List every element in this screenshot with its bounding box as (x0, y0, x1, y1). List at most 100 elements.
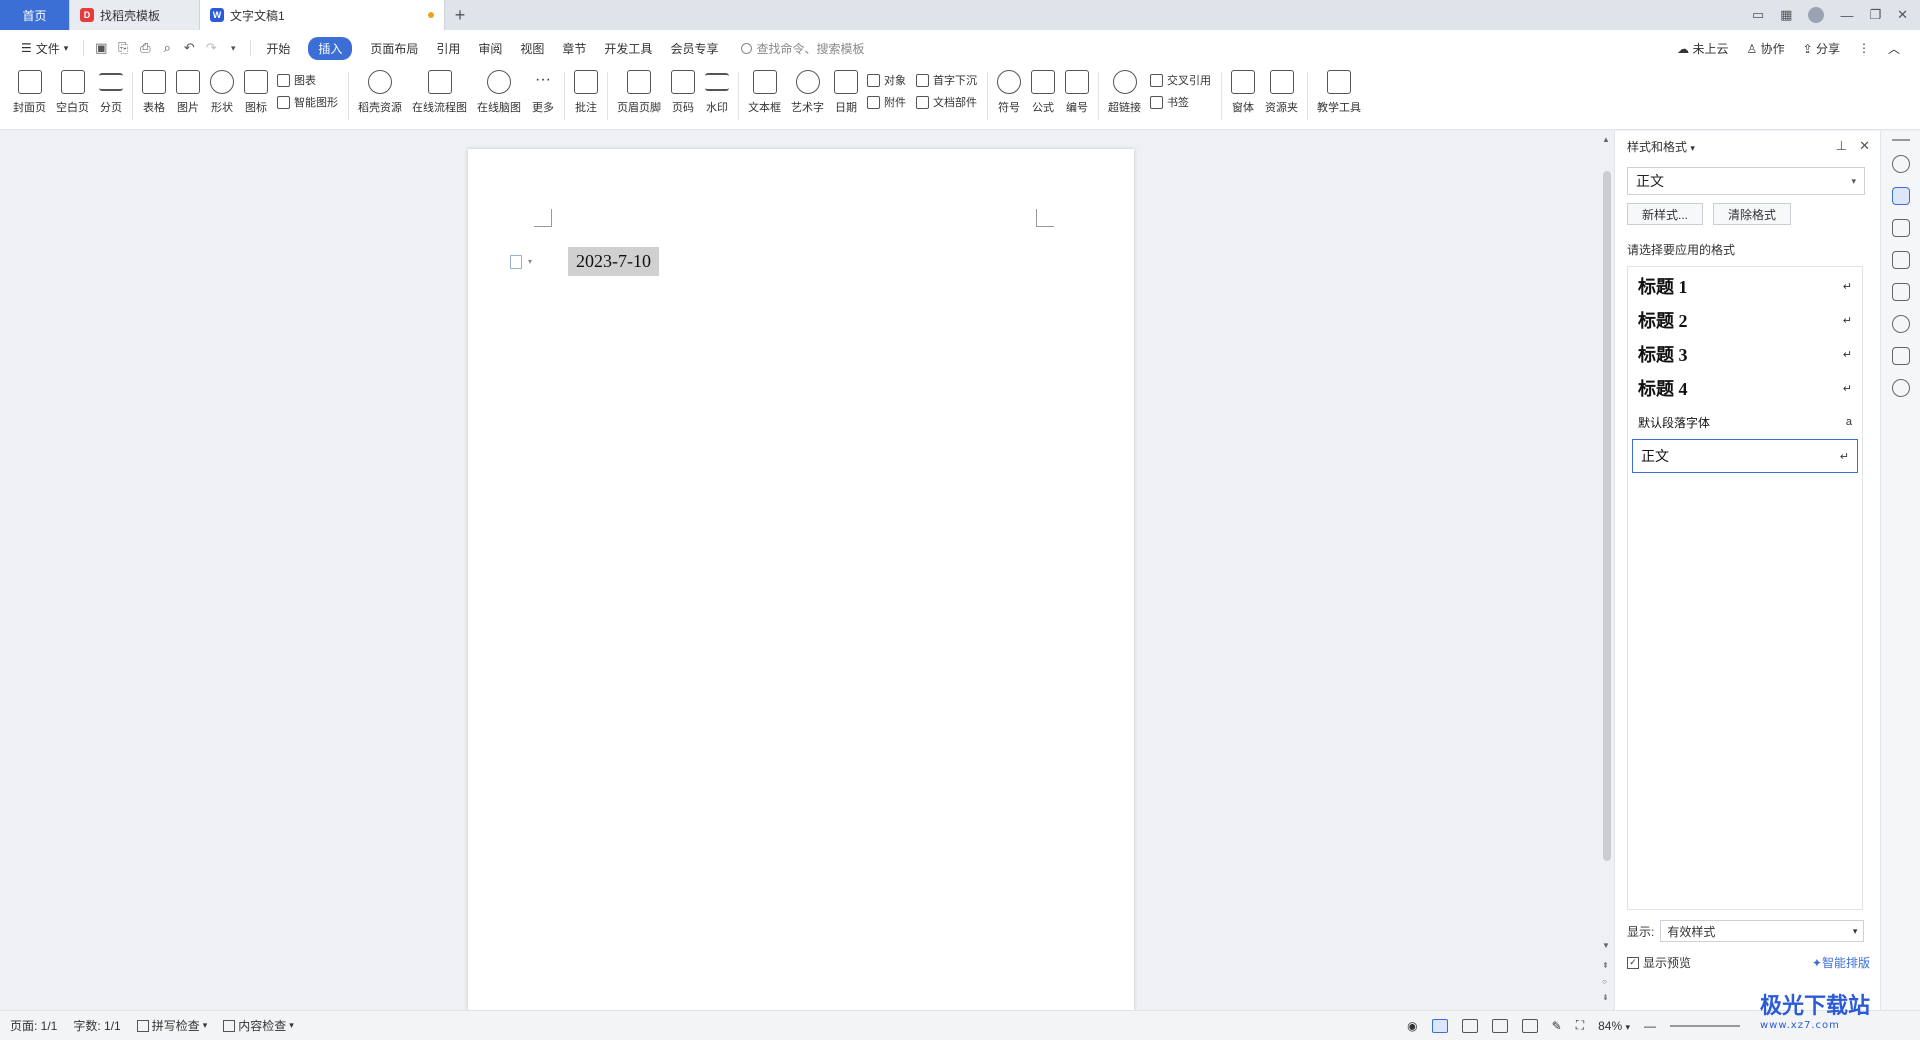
compass-icon[interactable] (1891, 315, 1910, 333)
show-preview-checkbox[interactable]: ✓ 显示预览 (1627, 954, 1691, 971)
reading-view-icon[interactable] (1491, 1018, 1508, 1033)
attachment-button[interactable]: 附件 (867, 94, 906, 110)
save-icon[interactable]: ▣ (90, 37, 112, 59)
zoom-out-icon[interactable]: — (1644, 1019, 1656, 1033)
more-icon[interactable]: ⋮ (1858, 41, 1870, 55)
next-page-icon[interactable]: ⇟ (1602, 993, 1609, 1002)
undo-icon[interactable]: ↶ (178, 37, 200, 59)
shape-button[interactable]: 形状 (205, 70, 239, 115)
new-style-button[interactable]: 新样式... (1627, 203, 1704, 225)
watermark-button[interactable]: 水印 (700, 70, 734, 115)
style-pen-icon[interactable] (1891, 187, 1910, 205)
resource-folder-button[interactable]: 资源夹 (1260, 70, 1303, 115)
collapse-ribbon-icon[interactable]: ︿ (1888, 40, 1900, 57)
tab-home[interactable]: 首页 (0, 0, 70, 30)
style-heading-2[interactable]: 标题 2 ↵ (1630, 303, 1860, 337)
file-menu[interactable]: ☰ 文件 ▾ (12, 30, 77, 66)
outline-view-icon[interactable] (1461, 1018, 1478, 1033)
docpart-button[interactable]: 文档部件 (916, 94, 977, 110)
close-icon[interactable]: ✕ (1897, 7, 1908, 23)
comment-button[interactable]: 批注 (569, 70, 603, 115)
menu-section[interactable]: 章节 (553, 30, 595, 66)
blank-page-button[interactable]: 空白页 (51, 70, 94, 115)
smart-layout-button[interactable]: ✦智能排版 (1812, 954, 1870, 971)
prev-page-icon[interactable]: ⇞ (1602, 961, 1609, 970)
menu-developer[interactable]: 开发工具 (595, 30, 661, 66)
bookmark-button[interactable]: 书签 (1150, 94, 1211, 110)
clear-format-button[interactable]: 清除格式 (1713, 203, 1792, 225)
object-button[interactable]: 对象 (867, 72, 906, 88)
vertical-scrollbar[interactable]: ▲ ▼ ⇞ ○ ⇟ (1600, 131, 1614, 1010)
menu-review[interactable]: 审阅 (469, 30, 511, 66)
spell-check-button[interactable]: 拼写检查 ▾ (136, 1017, 207, 1034)
book-icon[interactable] (1891, 347, 1910, 365)
crossref-button[interactable]: 交叉引用 (1150, 72, 1211, 88)
pin-icon[interactable]: ⊥ (1836, 138, 1847, 154)
cover-page-button[interactable]: 封面页 (8, 70, 51, 115)
tab-docer-templates[interactable]: D 找稻壳模板 (70, 0, 200, 30)
print-preview-icon[interactable]: ⌕ (156, 37, 178, 59)
scroll-down-icon[interactable]: ▼ (1602, 941, 1610, 950)
current-style-select[interactable]: 正文 ▾ (1627, 167, 1865, 195)
document-page[interactable]: ▾ 2023-7-10 (468, 149, 1134, 1010)
numbering-button[interactable]: 编号 (1060, 70, 1094, 115)
date-button[interactable]: 日期 (829, 70, 863, 115)
docer-resource-button[interactable]: 稻壳资源 (353, 70, 407, 115)
close-icon[interactable]: ✕ (1859, 138, 1870, 154)
style-heading-4[interactable]: 标题 4 ↵ (1630, 371, 1860, 405)
help-icon[interactable] (1891, 379, 1910, 397)
menu-layout[interactable]: 页面布局 (361, 30, 427, 66)
scrollbar-thumb[interactable] (1603, 171, 1611, 861)
restore-icon[interactable]: ❐ (1869, 7, 1881, 23)
style-default-font[interactable]: 默认段落字体 a (1630, 405, 1860, 439)
zoom-select[interactable]: 84% ▾ (1598, 1019, 1630, 1033)
show-select[interactable]: 有效样式 ▾ (1660, 920, 1865, 942)
teaching-tools-button[interactable]: 教学工具 (1312, 70, 1366, 115)
more-button[interactable]: ··· 更多 (526, 70, 560, 115)
style-body-text[interactable]: 正文 ↵ (1632, 439, 1858, 473)
menu-home[interactable]: 开始 (257, 30, 299, 66)
panel-title-dropdown[interactable]: 样式和格式 ▾ (1627, 138, 1695, 155)
page-break-button[interactable]: 分页 (94, 70, 128, 115)
redo-icon[interactable]: ↷ (200, 37, 222, 59)
grid-icon[interactable]: ▦ (1780, 7, 1792, 23)
hyperlink-button[interactable]: 超链接 (1103, 70, 1146, 115)
page-count[interactable]: 页面: 1/1 (10, 1017, 57, 1034)
web-view-icon[interactable] (1521, 1018, 1538, 1033)
wordart-button[interactable]: 艺术字 (786, 70, 829, 115)
eye-protection-icon[interactable]: ◉ (1407, 1019, 1417, 1033)
icon-library-button[interactable]: 图标 (239, 70, 273, 115)
rocket-icon[interactable] (1891, 155, 1910, 173)
layout-icon[interactable]: ▭ (1752, 7, 1764, 23)
smartart-button[interactable]: 智能图形 (277, 94, 338, 110)
symbol-button[interactable]: 符号 (992, 70, 1026, 115)
chevron-down-icon[interactable]: ▾ (528, 257, 532, 266)
scroll-up-icon[interactable]: ▲ (1602, 135, 1610, 144)
avatar[interactable] (1808, 7, 1825, 23)
dropcap-button[interactable]: 首字下沉 (916, 72, 977, 88)
adjust-sliders-icon[interactable] (1891, 251, 1910, 269)
form-window-button[interactable]: 窗体 (1226, 70, 1260, 115)
fit-zoom-icon[interactable]: ⛶ (1576, 1018, 1584, 1033)
textbox-button[interactable]: 文本框 (743, 70, 786, 115)
equation-button[interactable]: 公式 (1026, 70, 1060, 115)
word-count[interactable]: 字数: 1/1 (73, 1017, 120, 1034)
content-check-button[interactable]: 内容检查 ▾ (223, 1017, 294, 1034)
browse-object-icon[interactable]: ○ (1602, 977, 1607, 986)
write-view-icon[interactable]: ✎ (1552, 1019, 1562, 1033)
mindmap-button[interactable]: 在线脑图 (472, 70, 526, 115)
picture-button[interactable]: 图片 (171, 70, 205, 115)
flowchart-button[interactable]: 在线流程图 (407, 70, 472, 115)
style-heading-3[interactable]: 标题 3 ↵ (1630, 337, 1860, 371)
tab-document[interactable]: W 文字文稿1 (200, 0, 445, 30)
collab-button[interactable]: ♙ 协作 (1746, 40, 1784, 57)
page-number-button[interactable]: 页码 (666, 70, 700, 115)
menu-insert[interactable]: 插入 (299, 30, 361, 66)
minimize-icon[interactable]: — (1840, 8, 1853, 23)
zoom-slider[interactable] (1670, 1024, 1740, 1027)
menu-member[interactable]: 会员专享 (661, 30, 727, 66)
command-search[interactable]: 查找命令、搜索模板 (727, 40, 864, 57)
customize-icon[interactable]: ▾ (222, 37, 244, 59)
cloud-button[interactable]: ☁ 未上云 (1677, 40, 1728, 57)
table-button[interactable]: 表格 (137, 70, 171, 115)
